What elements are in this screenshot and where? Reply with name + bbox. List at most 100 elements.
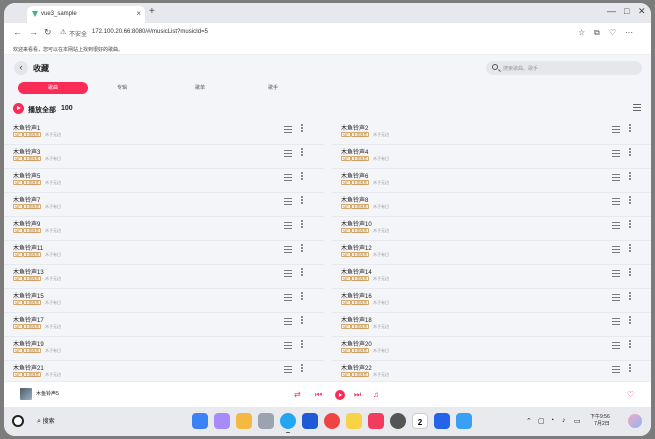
add-to-queue-icon[interactable]: [612, 366, 620, 373]
more-options-icon[interactable]: [629, 268, 631, 278]
copilot-icon[interactable]: [628, 414, 642, 428]
chrome-icon[interactable]: [324, 413, 340, 429]
music-app-icon[interactable]: [368, 413, 384, 429]
playlist-icon[interactable]: ♫: [373, 390, 379, 399]
trash-icon[interactable]: [258, 413, 274, 429]
tab-artists[interactable]: 歌手: [238, 82, 308, 94]
mail-icon[interactable]: [302, 413, 318, 429]
song-row[interactable]: 木鱼铃声19 VIP 无损音质 木子有日: [4, 337, 324, 361]
song-row[interactable]: 木鱼铃声2 VIP 无损音质 木子无边: [332, 121, 651, 145]
song-row[interactable]: 木鱼铃声4 VIP 无损音质 木子有日: [332, 145, 651, 169]
chevron-up-icon[interactable]: ⌃: [526, 417, 532, 425]
add-to-queue-icon[interactable]: [612, 294, 620, 301]
tab-close-icon[interactable]: ×: [136, 9, 141, 18]
add-to-queue-icon[interactable]: [612, 270, 620, 277]
more-options-icon[interactable]: [629, 148, 631, 158]
url-field[interactable]: ⚠ 不安全 172.100.20.66:8080/#/musicList?mus…: [60, 26, 560, 40]
song-row[interactable]: 木鱼铃声12 VIP 无损音质 木子有日: [332, 241, 651, 265]
song-row[interactable]: 木鱼铃声10 VIP 无损音质 木子无边: [332, 217, 651, 241]
search-input[interactable]: 搜索歌曲、歌手: [486, 61, 642, 75]
more-options-icon[interactable]: [629, 364, 631, 374]
add-to-queue-icon[interactable]: [284, 174, 292, 181]
album-cover[interactable]: [20, 388, 32, 400]
song-row[interactable]: 木鱼铃声20 VIP 无损音质 木子有日: [332, 337, 651, 361]
volume-icon[interactable]: ♪: [562, 417, 566, 424]
tab-songs[interactable]: 歌曲: [18, 82, 88, 94]
add-to-queue-icon[interactable]: [284, 318, 292, 325]
tab-playlists[interactable]: 歌单: [165, 82, 235, 94]
chat-icon[interactable]: ▢: [538, 417, 545, 425]
more-options-icon[interactable]: [301, 148, 303, 158]
more-options-icon[interactable]: [629, 292, 631, 302]
add-to-queue-icon[interactable]: [284, 270, 292, 277]
edge-browser-icon[interactable]: [280, 413, 296, 433]
song-row[interactable]: 木鱼铃声7 VIP 无损音质 木子有日: [4, 193, 324, 217]
add-to-queue-icon[interactable]: [284, 222, 292, 229]
start-icon[interactable]: [12, 415, 24, 427]
cloud-icon[interactable]: [456, 413, 472, 429]
add-to-queue-icon[interactable]: [284, 126, 292, 133]
add-to-queue-icon[interactable]: [284, 294, 292, 301]
taskbar-search[interactable]: ⌕ 搜索: [37, 416, 55, 426]
task-view-icon[interactable]: [214, 413, 230, 429]
more-options-icon[interactable]: [301, 364, 303, 374]
song-row[interactable]: 木鱼铃声11 VIP 无损音质 木子有日: [4, 241, 324, 265]
more-options-icon[interactable]: [301, 220, 303, 230]
battery-icon[interactable]: ▭: [574, 417, 581, 425]
wifi-icon[interactable]: ◔: [550, 417, 554, 424]
forward-arrow-icon[interactable]: →: [29, 27, 38, 37]
minimize-icon[interactable]: —: [607, 6, 616, 16]
song-row[interactable]: 木鱼铃声17 VIP 无损音质 木子无边: [4, 313, 324, 337]
settings-icon[interactable]: [390, 413, 406, 429]
more-options-icon[interactable]: [301, 340, 303, 350]
more-options-icon[interactable]: [629, 196, 631, 206]
multi-select-icon[interactable]: [633, 104, 641, 111]
song-row[interactable]: 木鱼铃声16 VIP 无损音质 木子有日: [332, 289, 651, 313]
song-row[interactable]: 木鱼铃声9 VIP 无损音质 木子无边: [4, 217, 324, 241]
file-explorer-icon[interactable]: [236, 413, 252, 429]
song-row[interactable]: 木鱼铃声18 VIP 无损音质 木子无边: [332, 313, 651, 337]
more-menu-icon[interactable]: ⋯: [625, 28, 633, 37]
calendar-icon[interactable]: 2: [412, 413, 428, 429]
add-to-queue-icon[interactable]: [612, 246, 620, 253]
add-to-queue-icon[interactable]: [612, 126, 620, 133]
next-icon[interactable]: ⏭: [354, 390, 361, 400]
more-options-icon[interactable]: [301, 268, 303, 278]
more-options-icon[interactable]: [301, 124, 303, 134]
add-to-queue-icon[interactable]: [612, 318, 620, 325]
song-row[interactable]: 木鱼铃声13 VIP 无损音质 木子无边: [4, 265, 324, 289]
favorite-icon[interactable]: ♡: [627, 390, 634, 399]
system-clock[interactable]: 下午9:56 7月2日: [590, 414, 610, 428]
window-close-icon[interactable]: ✕: [638, 6, 646, 17]
add-to-queue-icon[interactable]: [284, 342, 292, 349]
add-to-queue-icon[interactable]: [612, 342, 620, 349]
repeat-icon[interactable]: ⇄: [294, 390, 301, 399]
song-row[interactable]: 木鱼铃声1 VIP 无损音质 木子无边: [4, 121, 324, 145]
more-options-icon[interactable]: [301, 196, 303, 206]
tab-albums[interactable]: 专辑: [87, 82, 157, 94]
song-row[interactable]: 木鱼铃声6 VIP 无损音质 木子无边: [332, 169, 651, 193]
song-row[interactable]: 木鱼铃声8 VIP 无损音质 木子有日: [332, 193, 651, 217]
more-options-icon[interactable]: [629, 340, 631, 350]
more-options-icon[interactable]: [629, 244, 631, 254]
add-to-queue-icon[interactable]: [284, 366, 292, 373]
new-tab-button[interactable]: +: [149, 6, 155, 17]
star-icon[interactable]: ☆: [578, 28, 585, 37]
song-row[interactable]: 木鱼铃声15 VIP 无损音质 木子有日: [4, 289, 324, 313]
app-store-icon[interactable]: [434, 413, 450, 429]
song-row[interactable]: 木鱼铃声5 VIP 无损音质 木子无边: [4, 169, 324, 193]
more-options-icon[interactable]: [301, 244, 303, 254]
add-to-queue-icon[interactable]: [284, 246, 292, 253]
more-options-icon[interactable]: [629, 316, 631, 326]
widgets-icon[interactable]: [192, 413, 208, 429]
previous-icon[interactable]: ⏮: [315, 390, 322, 400]
add-to-queue-icon[interactable]: [284, 150, 292, 157]
more-options-icon[interactable]: [301, 316, 303, 326]
add-to-queue-icon[interactable]: [612, 198, 620, 205]
song-row[interactable]: 木鱼铃声14 VIP 无损音质 木子无边: [332, 265, 651, 289]
more-options-icon[interactable]: [301, 292, 303, 302]
more-options-icon[interactable]: [629, 124, 631, 134]
more-options-icon[interactable]: [629, 220, 631, 230]
back-button[interactable]: ‹: [14, 61, 28, 75]
more-options-icon[interactable]: [629, 172, 631, 182]
